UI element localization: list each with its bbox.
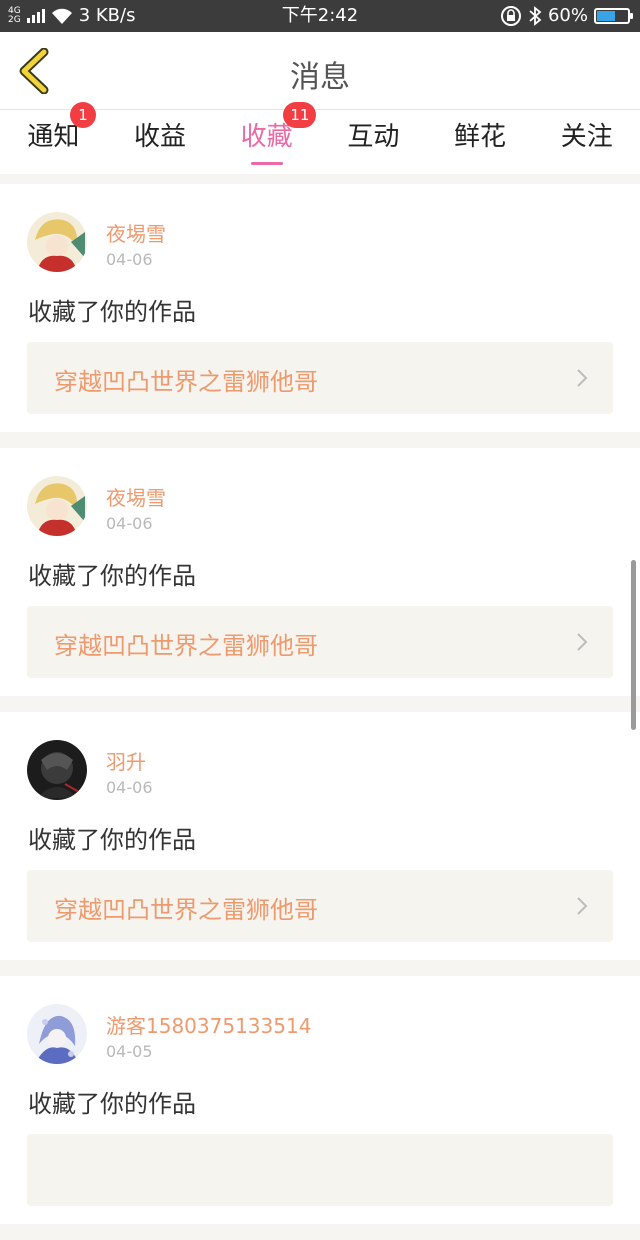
work-title: 穿越凹凸世界之雷狮他哥 [54,632,318,660]
chevron-right-icon [577,897,588,915]
header: 消息 [0,32,640,110]
avatar[interactable] [27,1004,87,1064]
tab-label: 鲜花 [454,122,507,152]
battery-level [597,11,615,21]
battery-percent: 60% [547,5,588,26]
work-title: 穿越凹凸世界之雷狮他哥 [54,896,318,924]
tab-flowers[interactable]: 鲜花 [427,110,534,174]
tab-label: 互动 [347,122,400,152]
tab-label: 收藏 [240,122,293,152]
message-list: 夜埸雪 04-06 收藏了你的作品 穿越凹凸世界之雷狮他哥 夜埸雪 04-06 … [0,184,640,1240]
message-date: 04-06 [106,778,153,797]
message-text: 收藏了你的作品 [28,562,196,590]
work-link[interactable]: 穿越凹凸世界之雷狮他哥 [27,342,613,414]
message-date: 04-06 [106,250,153,269]
tab-indicator [250,162,283,165]
username[interactable]: 夜埸雪 [106,482,166,511]
scrollbar[interactable] [631,560,636,730]
tab-earnings[interactable]: 收益 [107,110,214,174]
chevron-right-icon [577,633,588,651]
work-link[interactable] [27,1134,613,1206]
tab-favorites[interactable]: 收藏 11 [213,102,320,174]
avatar[interactable] [27,476,87,536]
tab-bar: 通知 1 收益 收藏 11 互动 鲜花 关注 [0,102,640,174]
tab-label: 关注 [560,122,613,152]
message-text: 收藏了你的作品 [28,298,196,326]
tab-label: 通知 [27,122,80,152]
username[interactable]: 羽升 [106,746,146,775]
bluetooth-icon [529,6,542,26]
rotation-lock-icon [500,6,521,26]
avatar[interactable] [27,740,87,800]
tab-notifications[interactable]: 通知 1 [0,102,107,174]
avatar[interactable] [27,212,87,272]
status-bar: 4G 2G 3 KB/s 下午2:42 60% [0,0,640,32]
message-date: 04-05 [106,1042,153,1061]
tab-label: 收益 [134,122,187,152]
status-right: 60% [500,0,633,32]
message-card: 游客1580375133514 04-05 收藏了你的作品 [0,976,640,1224]
message-card: 夜埸雪 04-06 收藏了你的作品 穿越凹凸世界之雷狮他哥 [0,184,640,432]
work-link[interactable]: 穿越凹凸世界之雷狮他哥 [27,606,613,678]
username[interactable]: 夜埸雪 [106,218,166,247]
tab-interactions[interactable]: 互动 [320,110,427,174]
work-link[interactable]: 穿越凹凸世界之雷狮他哥 [27,870,613,942]
message-date: 04-06 [106,514,153,533]
tab-following[interactable]: 关注 [533,110,640,174]
username[interactable]: 游客1580375133514 [106,1010,311,1039]
battery-icon [594,8,633,24]
chevron-right-icon [577,369,588,387]
unread-badge: 11 [283,102,317,128]
work-title: 穿越凹凸世界之雷狮他哥 [54,368,318,396]
message-text: 收藏了你的作品 [28,826,196,854]
message-card: 羽升 04-06 收藏了你的作品 穿越凹凸世界之雷狮他哥 [0,712,640,960]
message-text: 收藏了你的作品 [28,1090,196,1118]
page-title: 消息 [290,60,350,95]
unread-badge: 1 [70,102,96,128]
message-card: 夜埸雪 04-06 收藏了你的作品 穿越凹凸世界之雷狮他哥 [0,448,640,696]
